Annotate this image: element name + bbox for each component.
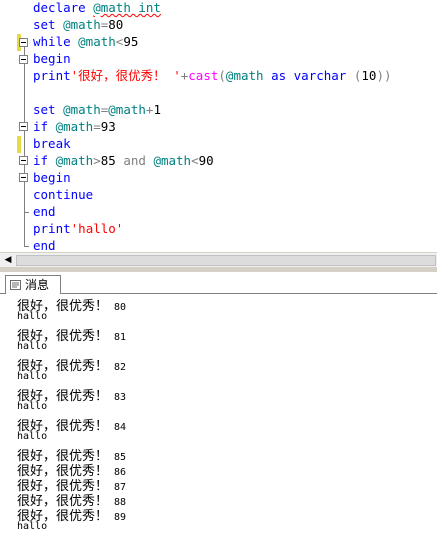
code-line[interactable]: if @math=93 bbox=[33, 118, 116, 135]
results-pane: 消息 很好，很优秀！ 80 hallo 很好，很优秀！ 81 hallo 很好，很优秀！… bbox=[0, 272, 437, 543]
fold-end bbox=[24, 212, 29, 213]
code-token: @math bbox=[78, 34, 116, 49]
message-number: 83 bbox=[108, 392, 127, 403]
results-tabstrip: 消息 bbox=[0, 272, 437, 294]
message-hallo: hallo bbox=[17, 431, 48, 442]
message-hallo: hallo bbox=[17, 401, 48, 412]
code-token: @math bbox=[225, 68, 272, 83]
message-hallo: hallo bbox=[17, 341, 48, 352]
code-token: ' bbox=[165, 68, 181, 83]
messages-output: 很好，很优秀！ 80 hallo 很好，很优秀！ 81 hallo 很好，很优秀！ 82… bbox=[0, 294, 437, 543]
message-number: 84 bbox=[108, 422, 127, 433]
code-token: end bbox=[33, 204, 56, 219]
message-number: 81 bbox=[108, 332, 127, 343]
fold-toggle[interactable] bbox=[19, 38, 28, 47]
fold-toggle[interactable] bbox=[19, 173, 28, 182]
code-token: 85 bbox=[100, 153, 124, 168]
message-number: 82 bbox=[108, 362, 127, 373]
fold-end bbox=[24, 246, 29, 247]
fold-guide bbox=[24, 47, 25, 246]
code-token: set bbox=[33, 17, 64, 32]
code-line[interactable]: set @math=80 bbox=[33, 16, 123, 33]
code-token: > bbox=[93, 153, 101, 168]
code-token: end bbox=[33, 238, 56, 252]
code-token: 'hallo' bbox=[70, 221, 124, 236]
code-token: print bbox=[33, 221, 71, 236]
code-token: 95 bbox=[123, 34, 139, 49]
code-token: @math int bbox=[93, 0, 161, 15]
code-token: ( bbox=[218, 68, 226, 83]
query-editor[interactable]: declare @math int set @math=80 while @math… bbox=[0, 0, 437, 252]
code-token: 1 bbox=[153, 102, 161, 117]
message-number: 89 bbox=[108, 512, 127, 523]
code-line[interactable]: end bbox=[33, 203, 56, 220]
scrollbar-thumb[interactable] bbox=[16, 255, 436, 266]
code-line[interactable]: while @math<95 bbox=[33, 33, 138, 50]
code-token: = bbox=[93, 119, 101, 134]
code-line[interactable]: declare @math int bbox=[33, 0, 161, 16]
code-line[interactable]: print'很好，很优秀！ '+cast(@math as varchar (1… bbox=[33, 67, 392, 84]
code-token: print bbox=[33, 68, 71, 83]
code-token: < bbox=[191, 153, 199, 168]
code-token: @math bbox=[153, 153, 192, 168]
code-line[interactable]: print'hallo' bbox=[33, 220, 123, 237]
code-token: @math bbox=[63, 17, 101, 32]
code-token: 80 bbox=[108, 17, 124, 32]
code-line[interactable]: set @math=@math+1 bbox=[33, 101, 161, 118]
code-line[interactable]: continue bbox=[33, 186, 93, 203]
code-line[interactable]: begin bbox=[33, 169, 71, 186]
code-token: @math bbox=[55, 119, 94, 134]
fold-toggle[interactable] bbox=[19, 55, 28, 64]
code-token: declare bbox=[33, 0, 94, 15]
code-token: @math bbox=[63, 102, 101, 117]
code-token: as varchar bbox=[271, 68, 354, 83]
code-token: 90 bbox=[198, 153, 214, 168]
scroll-left-arrow-icon[interactable]: ◀ bbox=[2, 254, 14, 266]
code-line[interactable]: begin bbox=[33, 50, 71, 67]
code-token: begin bbox=[33, 170, 71, 185]
message-number: 80 bbox=[108, 302, 127, 313]
messages-icon bbox=[10, 280, 21, 290]
code-line[interactable]: if @math>85 and @math<90 bbox=[33, 152, 214, 169]
code-token: while bbox=[33, 34, 79, 49]
code-token: cast bbox=[188, 68, 219, 83]
change-marker bbox=[17, 136, 21, 153]
code-token: @math bbox=[55, 153, 94, 168]
code-token: continue bbox=[33, 187, 94, 202]
code-token: if bbox=[33, 153, 56, 168]
code-token: set bbox=[33, 102, 64, 117]
code-token: 10 bbox=[361, 68, 377, 83]
fold-toggle[interactable] bbox=[19, 156, 28, 165]
code-token: break bbox=[33, 136, 71, 151]
code-line[interactable]: end bbox=[33, 237, 56, 252]
code-token: and bbox=[123, 153, 154, 168]
code-token: 很好，很优秀！ bbox=[78, 68, 166, 83]
message-hallo: hallo bbox=[17, 311, 48, 322]
fold-toggle[interactable] bbox=[19, 122, 28, 131]
message-hallo: hallo bbox=[17, 371, 48, 382]
code-token: begin bbox=[33, 51, 71, 66]
tab-messages-label: 消息 bbox=[25, 278, 50, 292]
message-hallo: hallo bbox=[17, 521, 48, 532]
tab-messages[interactable]: 消息 bbox=[5, 275, 61, 294]
code-token: 93 bbox=[100, 119, 116, 134]
code-token: if bbox=[33, 119, 56, 134]
code-token: @math bbox=[108, 102, 146, 117]
horizontal-scrollbar[interactable]: ◀ bbox=[0, 252, 437, 267]
code-token: )) bbox=[376, 68, 392, 83]
code-line[interactable]: break bbox=[33, 135, 71, 152]
